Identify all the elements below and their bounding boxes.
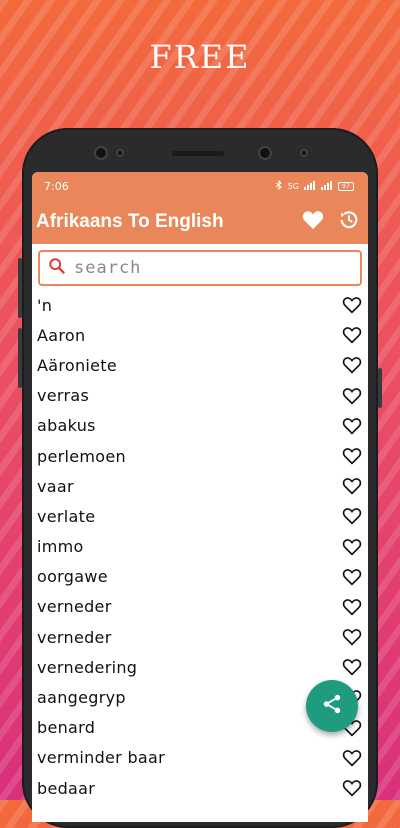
app-bar-actions <box>302 209 360 235</box>
front-camera <box>94 146 108 160</box>
heart-outline-icon[interactable] <box>342 657 362 677</box>
word-row[interactable]: abakus <box>32 411 368 441</box>
heart-outline-icon[interactable] <box>342 386 362 406</box>
search-icon <box>48 257 66 279</box>
word-text: abakus <box>37 416 96 436</box>
word-text: vernedering <box>37 657 138 677</box>
word-text: oorgawe <box>37 567 108 587</box>
heart-outline-icon[interactable] <box>342 778 362 798</box>
share-button[interactable] <box>306 680 358 732</box>
word-text: aangegryp <box>37 688 126 708</box>
word-row[interactable]: bedaar <box>32 773 368 803</box>
word-text: verneder <box>37 627 112 647</box>
heart-outline-icon[interactable] <box>342 355 362 375</box>
word-row[interactable]: verneder <box>32 592 368 622</box>
heart-outline-icon[interactable] <box>342 597 362 617</box>
word-text: benard <box>37 718 96 738</box>
word-row[interactable]: verlate <box>32 501 368 531</box>
network-label: 5G <box>287 181 299 191</box>
word-row[interactable]: oorgawe <box>32 562 368 592</box>
word-text: Aäroniete <box>37 355 118 375</box>
word-text: verminder baar <box>37 748 165 768</box>
status-time: 7:06 <box>44 179 69 193</box>
word-text: perlemoen <box>37 446 126 466</box>
word-row[interactable]: immo <box>32 532 368 562</box>
heart-outline-icon[interactable] <box>342 506 362 526</box>
word-row[interactable]: verneder <box>32 622 368 652</box>
status-icons: 5G 97 <box>275 179 354 192</box>
status-bar: 7:06 5G 97 <box>32 172 368 200</box>
word-row[interactable]: perlemoen <box>32 441 368 471</box>
signal-icon <box>304 180 316 192</box>
word-text: vaar <box>37 476 74 496</box>
phone-frame: 7:06 5G 97 Afrikaans To English search '… <box>18 128 382 828</box>
promo-title: FREE <box>149 38 251 76</box>
word-row[interactable]: Aäroniete <box>32 350 368 380</box>
word-row[interactable]: verminder baar <box>32 743 368 773</box>
word-text: verras <box>37 386 90 406</box>
earpiece <box>172 151 224 156</box>
phone-side-button-right <box>378 368 382 408</box>
heart-outline-icon[interactable] <box>342 295 362 315</box>
favorites-icon[interactable] <box>302 210 324 234</box>
search-box[interactable] <box>38 250 362 286</box>
word-row[interactable]: vaar <box>32 471 368 501</box>
word-text: bedaar <box>37 778 96 798</box>
word-text: 'n <box>37 295 53 315</box>
bluetooth-icon <box>275 179 283 192</box>
history-icon[interactable] <box>338 209 360 235</box>
search-input[interactable] <box>72 257 336 279</box>
word-text: verneder <box>37 597 112 617</box>
heart-outline-icon[interactable] <box>342 476 362 496</box>
phone-side-button-left-2 <box>18 328 22 388</box>
share-icon <box>321 693 343 719</box>
word-text: immo <box>37 537 84 557</box>
app-title: Afrikaans To English <box>36 211 224 232</box>
heart-outline-icon[interactable] <box>342 567 362 587</box>
heart-outline-icon[interactable] <box>342 325 362 345</box>
word-row[interactable]: vernedering <box>32 652 368 682</box>
phone-side-button-left-1 <box>18 258 22 318</box>
proximity-sensor <box>300 149 308 157</box>
heart-outline-icon[interactable] <box>342 416 362 436</box>
heart-outline-icon[interactable] <box>342 537 362 557</box>
sensor-camera <box>258 146 272 160</box>
battery-icon: 97 <box>338 181 354 191</box>
heart-outline-icon[interactable] <box>342 446 362 466</box>
app-bar: Afrikaans To English <box>32 200 368 244</box>
heart-outline-icon[interactable] <box>342 627 362 647</box>
word-row[interactable]: 'n <box>32 290 368 320</box>
signal-icon-2 <box>321 180 333 192</box>
app-screen: 7:06 5G 97 Afrikaans To English search '… <box>32 172 368 822</box>
word-text: Aaron <box>37 325 86 345</box>
sensor <box>116 149 124 157</box>
word-row[interactable]: Aaron <box>32 320 368 350</box>
search-container <box>32 244 368 290</box>
word-row[interactable]: verras <box>32 381 368 411</box>
word-text: verlate <box>37 506 96 526</box>
heart-outline-icon[interactable] <box>342 748 362 768</box>
